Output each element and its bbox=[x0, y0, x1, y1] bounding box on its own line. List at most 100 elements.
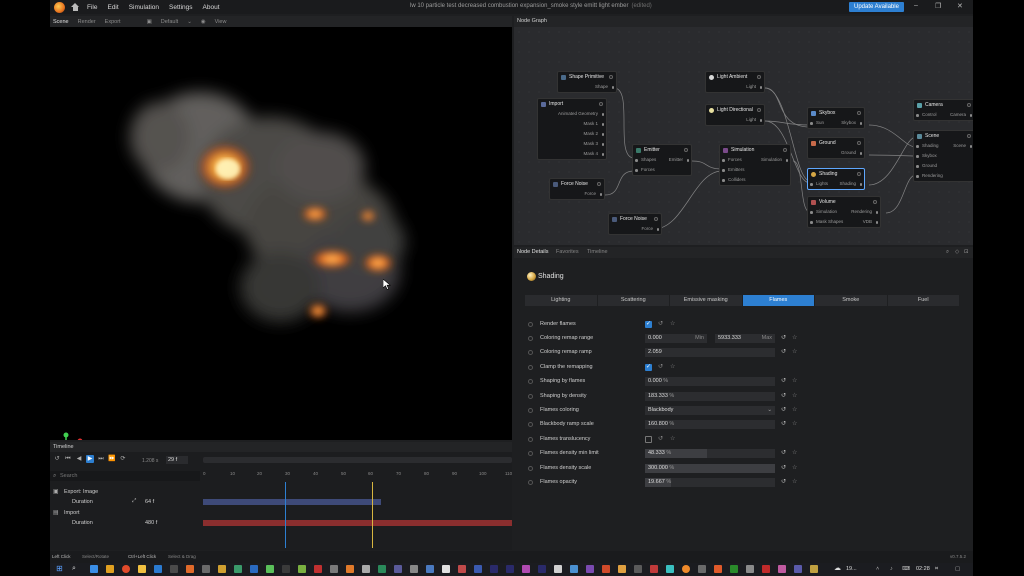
favorite-star-icon[interactable]: ☆ bbox=[670, 320, 675, 327]
taskbar-app-icon[interactable] bbox=[170, 565, 178, 573]
taskbar-app-icon[interactable] bbox=[282, 565, 290, 573]
tab-favorites[interactable]: Favorites bbox=[556, 249, 579, 255]
step-back-icon[interactable]: ◀ bbox=[75, 455, 83, 463]
range-min-field[interactable]: 0.000 Min bbox=[645, 334, 707, 343]
port-mask-4[interactable]: Mask 4 bbox=[538, 149, 606, 159]
port-light[interactable]: Light bbox=[706, 115, 764, 125]
keyframe-dot-icon[interactable] bbox=[528, 451, 533, 456]
taskbar-app-icon[interactable] bbox=[378, 565, 386, 573]
taskbar-app-icon[interactable] bbox=[186, 565, 194, 573]
clock-time[interactable]: 02:28 bbox=[916, 566, 930, 572]
keyframe-dot-icon[interactable] bbox=[528, 365, 533, 370]
taskbar-app-icon[interactable] bbox=[714, 565, 722, 573]
port-out-label[interactable]: Shading bbox=[839, 179, 856, 189]
range-max-field[interactable]: 5933.333 Max bbox=[715, 334, 775, 343]
taskbar-app-icon[interactable] bbox=[362, 565, 370, 573]
taskbar-app-icon[interactable] bbox=[90, 565, 98, 573]
port-colliders[interactable]: Colliders bbox=[720, 175, 790, 185]
notification-icon[interactable]: ▢ bbox=[955, 566, 960, 572]
port-in-label[interactable]: Mask Shapes bbox=[816, 219, 843, 224]
node-import[interactable]: Import Animated Geometry Mask 1 Mask 2 M… bbox=[537, 98, 607, 160]
minimize-icon[interactable]: – bbox=[914, 2, 918, 9]
port-out-label[interactable]: Skybox bbox=[841, 118, 856, 128]
node-light-directional[interactable]: Light Directional Light bbox=[705, 104, 765, 126]
node-ground[interactable]: Ground Ground bbox=[807, 137, 865, 159]
timeline-ruler[interactable]: 0 10 20 30 40 50 60 70 80 90 100 110 bbox=[203, 470, 512, 482]
taskbar-app-icon[interactable] bbox=[122, 565, 130, 573]
tab-node-details[interactable]: Node Details bbox=[517, 249, 549, 255]
favorite-star-icon[interactable]: ☆ bbox=[670, 435, 675, 442]
port-force[interactable]: Force bbox=[609, 224, 661, 234]
node-force-noise-2[interactable]: Force Noise Force bbox=[608, 213, 662, 235]
taskbar-app-icon[interactable] bbox=[330, 565, 338, 573]
taskbar-app-icon[interactable] bbox=[650, 565, 658, 573]
port-ground[interactable]: Ground bbox=[808, 148, 864, 158]
taskbar-app-icon[interactable] bbox=[506, 565, 514, 573]
taskbar-app-icon[interactable] bbox=[410, 565, 418, 573]
update-available-button[interactable]: Update Available bbox=[849, 2, 904, 12]
keyframe-dot-icon[interactable] bbox=[528, 350, 533, 355]
fast-forward-icon[interactable]: ⏩ bbox=[108, 455, 116, 463]
reset-icon[interactable]: ↺ bbox=[781, 348, 786, 355]
reset-icon[interactable]: ↺ bbox=[781, 420, 786, 427]
search-icon[interactable]: ⌕ bbox=[946, 249, 949, 256]
play-icon[interactable]: ▶ bbox=[86, 455, 94, 463]
language-icon[interactable]: ⌗ bbox=[935, 566, 938, 573]
export-clip-bar[interactable] bbox=[203, 499, 381, 505]
reset-icon[interactable]: ↺ bbox=[781, 377, 786, 384]
menu-settings[interactable]: Settings bbox=[169, 4, 193, 11]
port-out-label[interactable]: Rendering bbox=[851, 207, 872, 217]
axis-gizmo-icon[interactable] bbox=[54, 432, 86, 440]
taskbar-app-icon[interactable] bbox=[810, 565, 818, 573]
tab-scattering[interactable]: Scattering bbox=[598, 295, 670, 306]
favorite-star-icon[interactable]: ☆ bbox=[792, 420, 797, 427]
menu-edit[interactable]: Edit bbox=[107, 4, 118, 11]
tab-export[interactable]: Export bbox=[105, 19, 121, 25]
reset-icon[interactable]: ↺ bbox=[658, 363, 663, 370]
favorite-star-icon[interactable]: ☆ bbox=[792, 478, 797, 485]
taskbar-app-icon[interactable] bbox=[762, 565, 770, 573]
remap-ramp-field[interactable]: 2.059 bbox=[645, 348, 775, 357]
port-in-label[interactable]: Simulation bbox=[816, 209, 837, 214]
taskbar-app-icon[interactable] bbox=[442, 565, 450, 573]
track-import[interactable]: ▤ Import bbox=[50, 508, 200, 518]
favorite-star-icon[interactable]: ☆ bbox=[792, 348, 797, 355]
flames-coloring-dropdown[interactable]: Blackbody ⌄ bbox=[645, 406, 775, 415]
node-force-noise-1[interactable]: Force Noise Force bbox=[549, 178, 605, 200]
favorite-star-icon[interactable]: ☆ bbox=[792, 377, 797, 384]
tab-emissive-masking[interactable]: Emissive masking bbox=[670, 295, 743, 306]
tab-scene[interactable]: Scene bbox=[53, 19, 69, 25]
search-input[interactable]: Search bbox=[60, 473, 77, 479]
port-in-label[interactable]: Sun bbox=[816, 120, 824, 125]
taskbar-app-icon[interactable] bbox=[298, 565, 306, 573]
taskbar-app-icon[interactable] bbox=[490, 565, 498, 573]
port-in-label[interactable]: Lights bbox=[816, 181, 828, 186]
home-icon[interactable] bbox=[71, 3, 79, 11]
port-out-label[interactable]: Scene bbox=[953, 141, 966, 151]
port-out-label[interactable]: VDB bbox=[863, 217, 872, 227]
port-mask-1[interactable]: Mask 1 bbox=[538, 119, 606, 129]
weather-temp[interactable]: 19... bbox=[846, 566, 857, 572]
shaping-flames-field[interactable]: 0.000 % bbox=[645, 377, 775, 386]
keyframe-dot-icon[interactable] bbox=[528, 466, 533, 471]
taskbar-app-icon[interactable] bbox=[314, 565, 322, 573]
keyframe-dot-icon[interactable] bbox=[528, 480, 533, 485]
taskbar-app-icon[interactable] bbox=[250, 565, 258, 573]
keyframe-dot-icon[interactable] bbox=[528, 379, 533, 384]
tab-fuel[interactable]: Fuel bbox=[888, 295, 960, 306]
favorite-star-icon[interactable]: ☆ bbox=[670, 363, 675, 370]
tab-flames[interactable]: Flames bbox=[742, 295, 815, 306]
port-force[interactable]: Force bbox=[550, 189, 604, 199]
camera-dropdown[interactable]: Default bbox=[161, 19, 178, 25]
rewind-icon[interactable]: ⏮ bbox=[64, 455, 72, 463]
taskbar-app-icon[interactable] bbox=[586, 565, 594, 573]
port-emitters[interactable]: Emitters bbox=[720, 165, 790, 175]
reset-icon[interactable]: ↺ bbox=[781, 392, 786, 399]
taskbar-app-icon[interactable] bbox=[138, 565, 146, 573]
node-shape-primitive[interactable]: Shape Primitive Shape bbox=[557, 71, 617, 93]
port-animated-geometry[interactable]: Animated Geometry bbox=[538, 109, 606, 119]
taskbar-app-icon[interactable] bbox=[154, 565, 162, 573]
track-duration[interactable]: Duration ⤢ 64 f bbox=[50, 497, 200, 507]
taskbar-app-icon[interactable] bbox=[794, 565, 802, 573]
port-mask-2[interactable]: Mask 2 bbox=[538, 129, 606, 139]
